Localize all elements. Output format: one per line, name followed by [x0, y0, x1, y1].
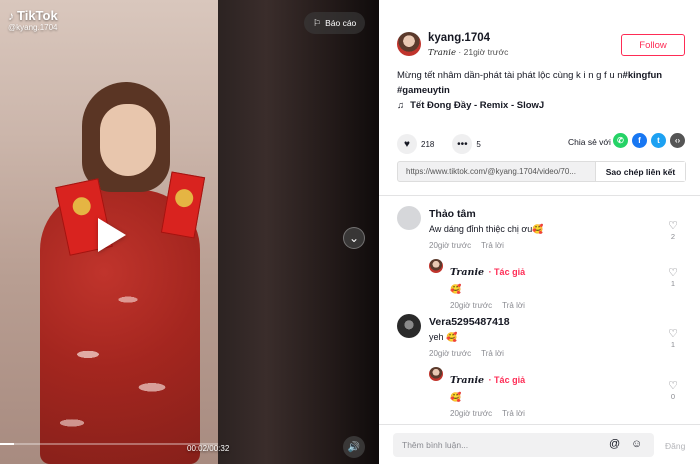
- reply-button[interactable]: Trả lời: [481, 349, 504, 358]
- comment-author[interactable]: Thảo tâm: [429, 208, 544, 220]
- comment-icon[interactable]: •••: [452, 134, 473, 154]
- reply-item: Tranie · Tác giả 🥰 20giờ trước Trả lời: [450, 262, 533, 310]
- post-actions: ♥ 218 ••• 5: [397, 134, 481, 154]
- video-link[interactable]: https://www.tiktok.com/@kyang.1704/video…: [398, 162, 595, 181]
- comment-item: Thảo tâm Aw dáng đỉnh thiệc chị ơu🥰 20gi…: [429, 208, 544, 250]
- comment-count: 5: [476, 139, 481, 149]
- comment-text: Aw dáng đỉnh thiệc chị ơu🥰: [429, 224, 544, 234]
- tiktok-logo: ♪ TikTok: [8, 8, 58, 23]
- reply-text: 🥰: [450, 284, 462, 294]
- caption-text: Mừng tết nhâm dần-phát tài phát lộc cùng…: [397, 70, 623, 81]
- comment-like[interactable]: ♡ 2: [666, 220, 680, 242]
- author-badge: · Tác giả: [488, 375, 526, 385]
- reply-text: 🥰: [450, 392, 462, 402]
- heart-outline-icon: ♡: [668, 380, 678, 392]
- chevron-down-icon[interactable]: ⌄: [343, 227, 365, 249]
- tiktok-note-icon: ♪: [8, 8, 14, 23]
- author-badge: · Tác giả: [488, 267, 526, 277]
- video-subject-face: [100, 104, 156, 176]
- heart-icon[interactable]: ♥: [397, 134, 417, 154]
- music-title: Tết Đong Đầy - Remix - SlowJ: [410, 100, 545, 111]
- flag-icon: ⚐: [313, 17, 322, 28]
- music-link[interactable]: ♫ Tết Đong Đầy - Remix - SlowJ: [397, 100, 544, 111]
- copy-link-bar: https://www.tiktok.com/@kyang.1704/video…: [397, 161, 686, 182]
- heart-outline-icon: ♡: [668, 328, 678, 340]
- comment-like[interactable]: ♡ 1: [666, 328, 680, 350]
- share-label: Chia sẻ với: [568, 137, 611, 147]
- embed-icon[interactable]: ‹›: [670, 133, 685, 148]
- comment-meta: 20giờ trước Trả lời: [429, 241, 544, 250]
- report-label: Báo cáo: [325, 18, 357, 28]
- video-progress-bar[interactable]: [0, 443, 218, 445]
- like-count: 218: [421, 139, 435, 149]
- hashtag[interactable]: #kingfun: [623, 70, 663, 81]
- facebook-icon[interactable]: f: [632, 133, 647, 148]
- heart-outline-icon: ♡: [668, 220, 678, 232]
- comment-meta: 20giờ trước Trả lời: [429, 349, 512, 358]
- mention-icon[interactable]: @: [609, 438, 620, 450]
- copy-link-button[interactable]: Sao chép liên kết: [595, 162, 685, 181]
- video-progress-fill: [0, 443, 14, 445]
- avatar[interactable]: [397, 206, 421, 230]
- reply-author[interactable]: Tranie: [450, 375, 484, 386]
- tiktok-video-page: ♪ TikTok @kyang.1704 ⚐ Báo cáo ⌄ 00:02/0…: [0, 0, 700, 464]
- comment-like[interactable]: ♡ 1: [666, 267, 680, 289]
- play-icon[interactable]: [98, 218, 126, 252]
- reply-meta: 20giờ trước Trả lời: [450, 301, 533, 310]
- reply-author[interactable]: Tranie: [450, 267, 484, 278]
- comment-author[interactable]: Vera5295487418: [429, 316, 512, 328]
- comment-time: 20giờ trước: [429, 241, 472, 250]
- author-subline: Tranie · 21giờ trước: [428, 47, 508, 58]
- comment-like-count: 0: [670, 392, 676, 401]
- avatar[interactable]: [397, 32, 421, 56]
- comment-like-count: 1: [670, 279, 676, 288]
- hashtag[interactable]: #gameuytin: [397, 85, 450, 96]
- reply-button[interactable]: Trả lời: [481, 241, 504, 250]
- avatar[interactable]: [429, 259, 443, 273]
- comment-text: yeh 🥰: [429, 332, 458, 342]
- twitter-icon[interactable]: t: [651, 133, 666, 148]
- follow-button[interactable]: Follow: [621, 34, 685, 56]
- volume-icon[interactable]: 🔊: [343, 436, 365, 458]
- emoji-icon[interactable]: ☺: [631, 438, 642, 450]
- reply-item: Tranie · Tác giả 🥰 20giờ trước Trả lời: [450, 370, 533, 418]
- tiktok-brand: TikTok: [17, 8, 58, 23]
- comment-like[interactable]: ♡ 0: [666, 380, 680, 402]
- post-comment-button[interactable]: Đăng: [665, 441, 685, 451]
- video-player[interactable]: ♪ TikTok @kyang.1704 ⚐ Báo cáo ⌄ 00:02/0…: [0, 0, 379, 464]
- comment-like-count: 1: [670, 340, 676, 349]
- reply-button[interactable]: Trả lời: [502, 301, 525, 310]
- share-icons: ✆ f t ‹›: [613, 133, 685, 148]
- report-button[interactable]: ⚐ Báo cáo: [304, 12, 366, 34]
- comment-item: Vera5295487418 yeh 🥰 20giờ trước Trả lời: [429, 316, 512, 358]
- post-time: 21giờ trước: [463, 47, 509, 57]
- comment-composer: Thêm bình luận... @ ☺ Đăng: [379, 424, 700, 464]
- comment-like-count: 2: [670, 232, 676, 241]
- reply-button[interactable]: Trả lời: [502, 409, 525, 418]
- author-username[interactable]: kyang.1704: [428, 32, 490, 44]
- post-caption: Mừng tết nhâm dần-phát tài phát lộc cùng…: [397, 68, 691, 98]
- whatsapp-icon[interactable]: ✆: [613, 133, 628, 148]
- author-nickname: Tranie: [428, 48, 457, 58]
- divider: [379, 195, 700, 196]
- reply-meta: 20giờ trước Trả lời: [450, 409, 533, 418]
- avatar[interactable]: [397, 314, 421, 338]
- avatar[interactable]: [429, 367, 443, 381]
- reply-time: 20giờ trước: [450, 409, 493, 418]
- video-time: 00:02/00:32: [187, 444, 230, 453]
- reply-time: 20giờ trước: [450, 301, 493, 310]
- video-watermark-handle: @kyang.1704: [8, 23, 58, 32]
- comment-time: 20giờ trước: [429, 349, 472, 358]
- music-note-icon: ♫: [397, 100, 405, 111]
- heart-outline-icon: ♡: [668, 267, 678, 279]
